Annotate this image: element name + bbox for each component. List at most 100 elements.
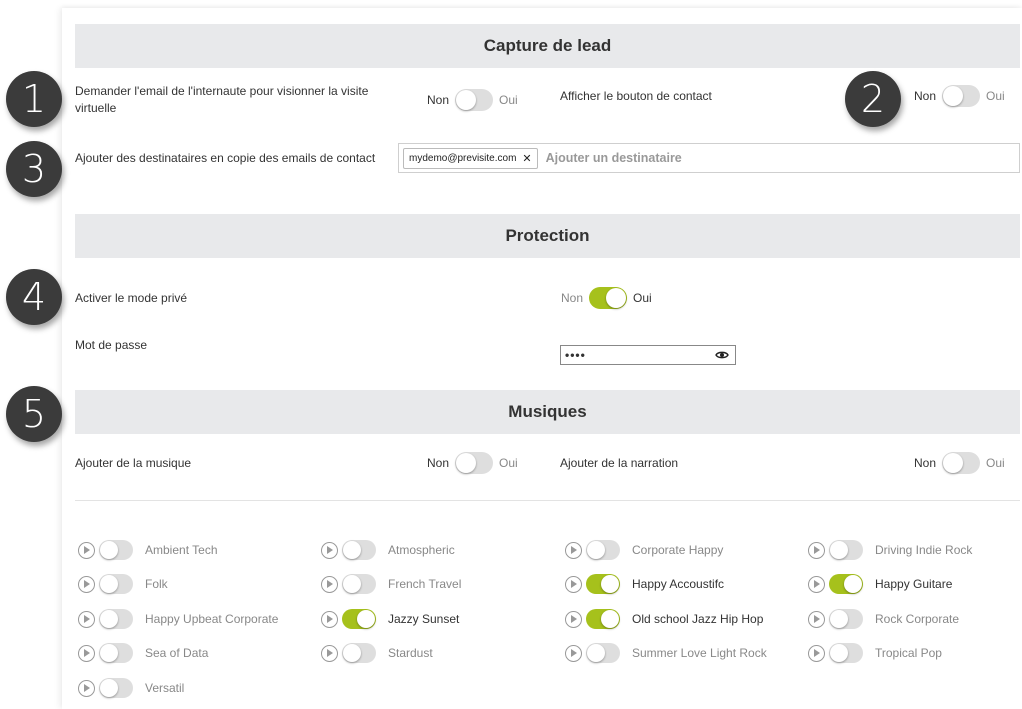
divider (75, 500, 1020, 501)
play-circle-icon[interactable] (78, 541, 95, 559)
private-mode-label: Activer le mode privé (75, 291, 188, 305)
play-circle-icon[interactable] (78, 575, 95, 593)
annotation-badge-1: 1 (6, 71, 62, 127)
switch-knob (100, 644, 118, 662)
music-track: Stardust (321, 642, 433, 664)
cc-recipients-label: Ajouter des destinataires en copie des e… (75, 151, 376, 165)
add-narration-label: Ajouter de la narration (560, 456, 679, 470)
play-circle-icon[interactable] (565, 610, 582, 628)
add-music-label: Ajouter de la musique (75, 456, 192, 470)
recipient-tag-text: mydemo@previsite.com (409, 152, 517, 164)
music-track: Jazzy Sunset (321, 608, 459, 630)
add-music-toggle-group: Non Oui (427, 452, 518, 474)
password-mask: •••• (565, 348, 586, 362)
switch-knob (830, 610, 848, 628)
music-track: Sea of Data (78, 642, 208, 664)
play-circle-icon[interactable] (565, 644, 582, 662)
close-icon[interactable]: ✕ (522, 152, 531, 165)
music-track: Happy Accoustifc (565, 573, 724, 595)
switch-knob (100, 541, 118, 559)
toggle-on-label: Oui (986, 456, 1005, 470)
play-circle-icon[interactable] (565, 541, 582, 559)
track-name: Happy Upbeat Corporate (145, 612, 279, 626)
track-switch[interactable] (829, 643, 863, 663)
section-header-lead: Capture de lead (75, 24, 1020, 68)
music-track: Ambient Tech (78, 539, 218, 561)
annotation-badge-2: 2 (845, 71, 901, 127)
switch-knob (100, 575, 118, 593)
track-switch[interactable] (99, 574, 133, 594)
private-mode-toggle-group: Non Oui (561, 287, 652, 309)
cc-recipients-placeholder[interactable]: Ajouter un destinataire (546, 151, 682, 165)
play-circle-icon[interactable] (78, 644, 95, 662)
track-switch[interactable] (99, 678, 133, 698)
play-circle-icon[interactable] (565, 575, 582, 593)
play-circle-icon[interactable] (321, 541, 338, 559)
toggle-on-label: Oui (499, 93, 518, 107)
annotation-badge-4: 4 (6, 269, 62, 325)
track-name: Versatil (145, 681, 185, 695)
add-narration-switch[interactable] (942, 452, 981, 474)
track-switch[interactable] (586, 643, 620, 663)
switch-knob (100, 610, 118, 628)
switch-knob (343, 644, 361, 662)
track-switch[interactable] (586, 574, 620, 594)
track-switch[interactable] (342, 643, 376, 663)
track-switch[interactable] (99, 609, 133, 629)
track-switch[interactable] (342, 540, 376, 560)
music-track: Corporate Happy (565, 539, 723, 561)
track-name: Driving Indie Rock (875, 543, 973, 557)
toggle-off-label: Non (427, 93, 450, 107)
switch-knob (343, 575, 361, 593)
track-switch[interactable] (829, 609, 863, 629)
play-circle-icon[interactable] (808, 610, 825, 628)
track-switch[interactable] (99, 643, 133, 663)
section-header-protection: Protection (75, 214, 1020, 258)
switch-knob (587, 644, 605, 662)
track-name: Happy Accoustifc (632, 577, 725, 591)
track-switch[interactable] (586, 609, 620, 629)
play-circle-icon[interactable] (321, 644, 338, 662)
track-name: Happy Guitare (875, 577, 953, 591)
track-switch[interactable] (829, 574, 863, 594)
cc-recipients-input[interactable]: mydemo@previsite.com ✕ Ajouter un destin… (398, 143, 1020, 173)
play-circle-icon[interactable] (808, 575, 825, 593)
toggle-off-label: Non (561, 291, 584, 305)
switch-knob (343, 541, 361, 559)
annotation-badge-3: 3 (6, 141, 62, 197)
play-circle-icon[interactable] (78, 610, 95, 628)
toggle-on-label: Oui (633, 291, 652, 305)
music-track: Old school Jazz Hip Hop (565, 608, 763, 630)
ask-email-toggle-group: Non Oui (427, 89, 518, 111)
ask-email-switch[interactable] (455, 89, 494, 111)
music-track: Summer Love Light Rock (565, 642, 767, 664)
play-circle-icon[interactable] (321, 575, 338, 593)
play-circle-icon[interactable] (808, 541, 825, 559)
play-circle-icon[interactable] (78, 679, 95, 697)
switch-knob (601, 575, 619, 593)
contact-button-label: Afficher le bouton de contact (560, 89, 712, 103)
toggle-off-label: Non (914, 456, 937, 470)
play-circle-icon[interactable] (808, 644, 825, 662)
switch-knob (357, 610, 375, 628)
track-switch[interactable] (342, 574, 376, 594)
contact-button-switch[interactable] (942, 85, 981, 107)
ask-email-label: Demander l'email de l'internaute pour vi… (75, 84, 369, 115)
annotation-badge-5: 5 (6, 386, 62, 442)
track-switch[interactable] (586, 540, 620, 560)
track-name: Corporate Happy (632, 543, 724, 557)
toggle-on-label: Oui (499, 456, 518, 470)
track-switch[interactable] (99, 540, 133, 560)
password-field[interactable]: •••• (560, 345, 736, 365)
eye-icon[interactable] (715, 350, 729, 360)
music-track: Tropical Pop (808, 642, 942, 664)
track-switch[interactable] (829, 540, 863, 560)
play-circle-icon[interactable] (321, 610, 338, 628)
track-name: Rock Corporate (875, 612, 960, 626)
private-mode-switch[interactable] (589, 287, 628, 309)
switch-knob (601, 610, 619, 628)
add-music-switch[interactable] (455, 452, 494, 474)
switch-knob (830, 541, 848, 559)
track-switch[interactable] (342, 609, 376, 629)
music-track: Driving Indie Rock (808, 539, 972, 561)
